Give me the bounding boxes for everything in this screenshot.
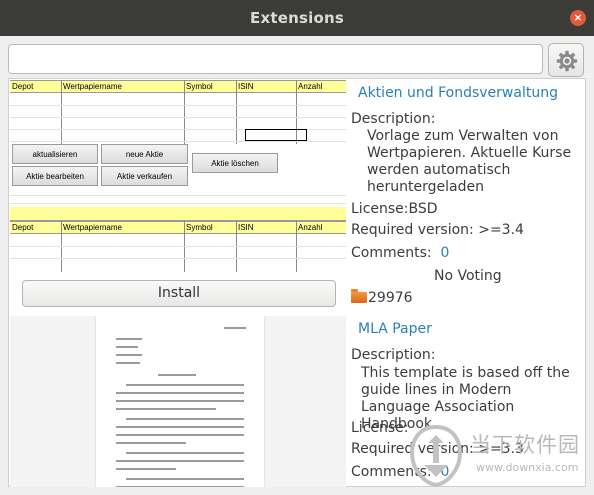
- extension-preview-image: [10, 316, 346, 487]
- sheet-header-cell: Depot: [12, 223, 34, 232]
- folder-icon: [351, 289, 367, 303]
- comments-line: Comments: 0: [351, 245, 450, 261]
- sheet-button: Aktie löschen: [192, 153, 278, 173]
- sheet-header-cell: Wertpapiername: [63, 82, 122, 91]
- sheet-button: aktualisieren: [12, 144, 98, 164]
- sheet-button: Aktie bearbeiten: [12, 166, 98, 186]
- description-text: Vorlage zum Verwalten von Wertpapieren. …: [367, 128, 572, 195]
- required-version-line: Required version: >=3.4: [351, 222, 524, 238]
- sheet-header-cell: Symbol: [186, 82, 213, 91]
- license-line: License:BSD: [351, 201, 438, 217]
- sheet-band: [10, 207, 346, 221]
- comments-count[interactable]: 0: [441, 245, 450, 261]
- sheet-button: Aktie verkaufen: [101, 166, 188, 186]
- license-line: License:: [351, 420, 409, 436]
- description-label: Description:: [351, 111, 436, 127]
- sheet-button: neue Aktie: [101, 144, 188, 164]
- watermark: 当下软件园 www.downxia.com: [408, 425, 583, 490]
- extension-title[interactable]: MLA Paper: [358, 321, 432, 337]
- extension-preview-image: Depot Wertpapiername Symbol ISIN Anzahl …: [10, 79, 346, 272]
- settings-button[interactable]: [548, 43, 584, 77]
- window-title: Extensions: [250, 9, 344, 27]
- extension-title[interactable]: Aktien und Fondsverwaltung: [358, 85, 558, 101]
- close-icon[interactable]: ×: [570, 10, 586, 26]
- gear-icon: [556, 50, 578, 72]
- sheet-header-cell: Depot: [12, 82, 34, 91]
- sheet-header-cell: Symbol: [186, 223, 213, 232]
- sheet-selected-cell: [245, 129, 307, 141]
- title-bar: Extensions ×: [0, 0, 594, 36]
- voting-status: No Voting: [434, 268, 502, 284]
- downloadwa-logo: [409, 425, 463, 487]
- sheet-header-cell: Anzahl: [298, 82, 323, 91]
- install-button[interactable]: Install: [22, 280, 336, 307]
- watermark-url: www.downxia.com: [476, 461, 579, 474]
- sheet-header-cell: Wertpapiername: [63, 223, 122, 232]
- sheet-header-cell: ISIN: [238, 82, 254, 91]
- document-page: [96, 316, 264, 487]
- sheet-header-cell: ISIN: [238, 223, 254, 232]
- description-label: Description:: [351, 347, 436, 363]
- sheet-header-cell: Anzahl: [298, 223, 323, 232]
- watermark-name: 当下软件园: [470, 433, 580, 457]
- download-count: 29976: [351, 289, 413, 306]
- search-input[interactable]: [8, 44, 543, 74]
